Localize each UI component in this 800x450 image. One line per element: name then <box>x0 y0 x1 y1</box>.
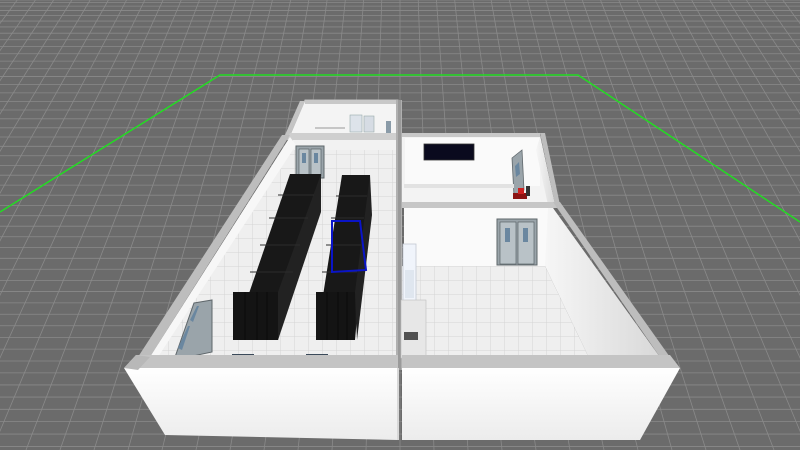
front-wall-right <box>402 368 680 440</box>
floor-equipment[interactable] <box>400 299 427 359</box>
fire-extinguisher-icon[interactable] <box>386 121 391 133</box>
grid-line <box>764 0 800 52</box>
scene-canvas[interactable] <box>0 0 800 450</box>
cabinet-unit[interactable] <box>349 114 363 133</box>
grid-line <box>0 0 109 195</box>
grid-line <box>0 0 73 115</box>
building[interactable] <box>124 99 680 440</box>
server-room-back-door[interactable] <box>295 145 325 179</box>
3d-viewport[interactable] <box>0 0 800 450</box>
grid-line <box>654 0 800 297</box>
grid-line <box>709 0 800 153</box>
grid-line <box>0 0 36 52</box>
front-wall-left <box>124 368 398 440</box>
utility-room-door[interactable] <box>496 218 538 266</box>
grid-line <box>0 0 91 153</box>
grid-line <box>727 0 800 115</box>
grid-line <box>673 0 800 242</box>
grid-line <box>0 0 146 297</box>
back-storage-room[interactable] <box>285 99 399 136</box>
office-room[interactable] <box>402 133 560 205</box>
grid-line <box>691 0 800 195</box>
grid-line <box>0 0 127 242</box>
cabinet-unit[interactable] <box>363 115 375 133</box>
power-cabinet[interactable] <box>402 243 417 303</box>
wall-monitor-screen[interactable] <box>423 143 475 161</box>
